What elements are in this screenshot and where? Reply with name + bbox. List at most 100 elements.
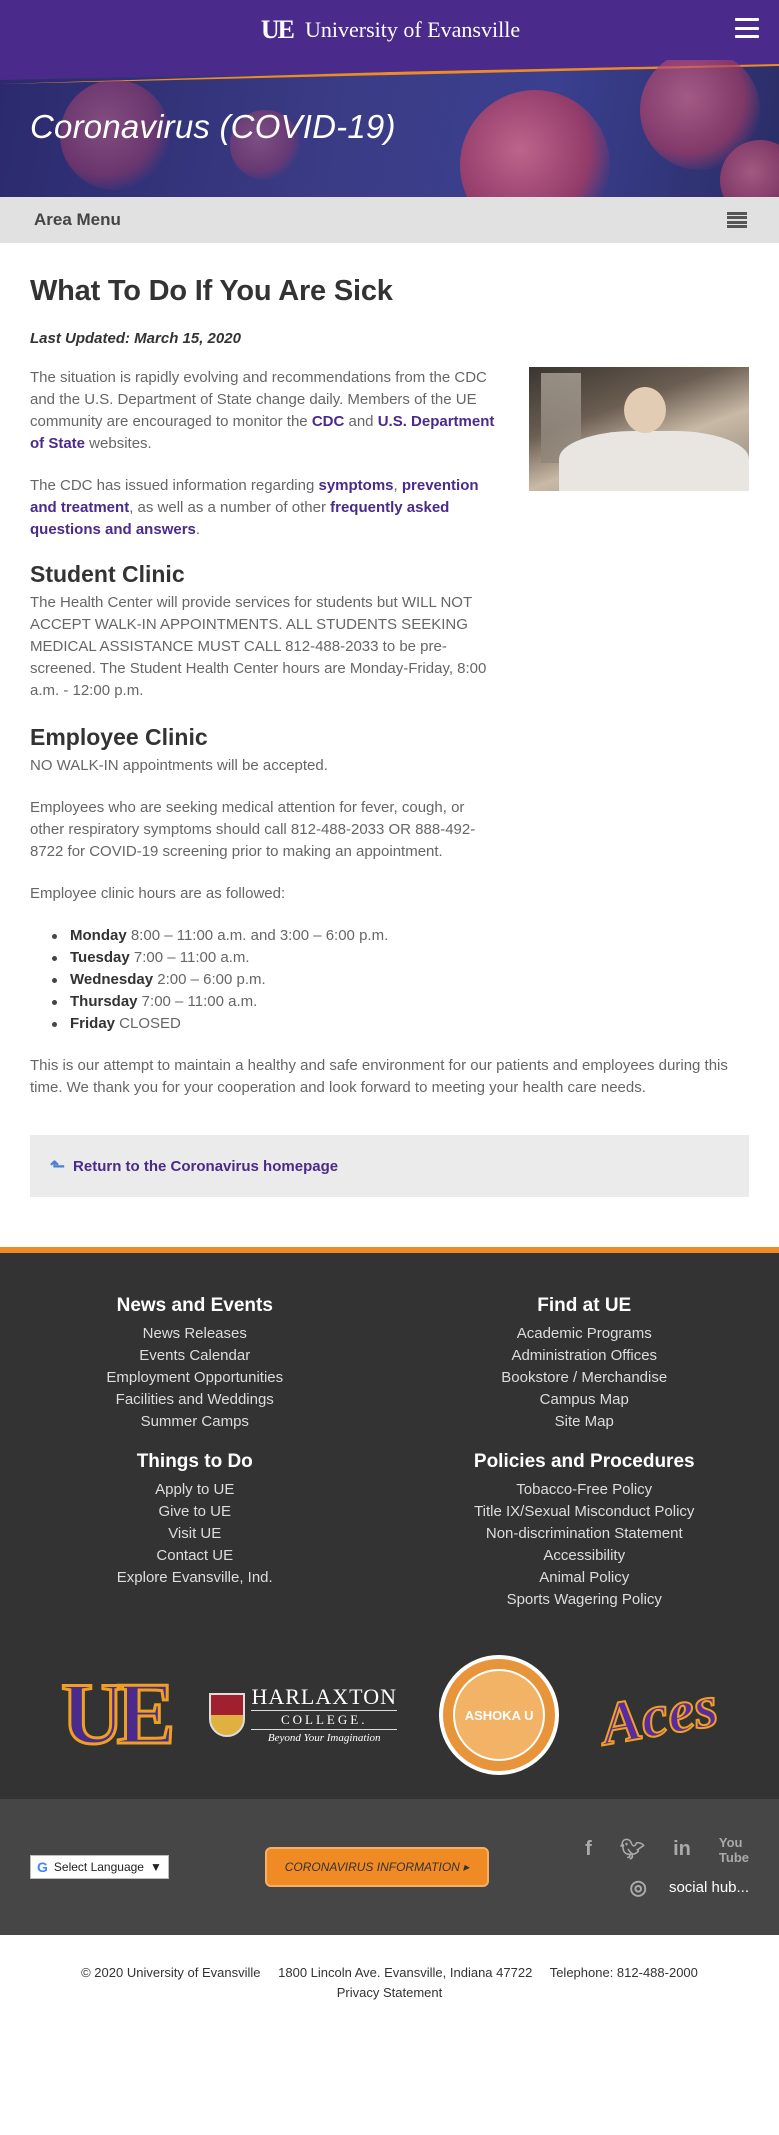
- footer-link[interactable]: Sports Wagering Policy: [390, 1589, 779, 1611]
- cdc-link[interactable]: CDC: [312, 413, 345, 430]
- page-title: What To Do If You Are Sick: [30, 275, 393, 307]
- harlaxton-name: HARLAXTON: [251, 1684, 397, 1709]
- social-hub-link[interactable]: social hub...: [669, 1879, 749, 1896]
- area-menu-icon[interactable]: [727, 212, 747, 228]
- linkedin-icon[interactable]: in: [673, 1838, 691, 1861]
- harlaxton-shield-icon: [209, 1693, 246, 1737]
- footer-link[interactable]: Campus Map: [390, 1389, 779, 1411]
- footer-link[interactable]: Employment Opportunities: [0, 1367, 390, 1389]
- clinic-hours-list: Monday 8:00 – 11:00 a.m. and 3:00 – 6:00…: [30, 925, 749, 1035]
- return-arrow-icon: ⬑: [50, 1155, 66, 1176]
- employee-clinic-text: Employee clinic hours are as followed:: [30, 885, 286, 902]
- harlaxton-tagline: Beyond Your Imagination: [267, 1732, 381, 1744]
- symptoms-link[interactable]: symptoms: [318, 477, 393, 494]
- harlaxton-logo[interactable]: HARLAXTON COLLEGE. Beyond Your Imaginati…: [209, 1684, 397, 1744]
- intro-paragraph-2: The CDC has issued information regarding…: [30, 475, 499, 541]
- footer-find-at-ue: Find at UE Academic Programs Administrat…: [390, 1295, 779, 1433]
- footer-link[interactable]: News Releases: [0, 1323, 390, 1345]
- intro-text: The CDC has issued information regarding: [30, 477, 319, 494]
- main-content: What To Do If You Are Sick Last Updated:…: [0, 243, 779, 1197]
- footer-link[interactable]: Non-discrimination Statement: [390, 1523, 779, 1545]
- footer: News and Events News Releases Events Cal…: [0, 1247, 779, 1799]
- site-brand[interactable]: UE University of Evansville: [259, 13, 520, 47]
- footer-heading: Things to Do: [136, 1451, 253, 1472]
- aces-logo[interactable]: Aces: [595, 1671, 723, 1759]
- footer-link[interactable]: Give to UE: [0, 1501, 390, 1523]
- intro-text: ,: [393, 477, 402, 494]
- footer-link[interactable]: Apply to UE: [0, 1479, 390, 1501]
- site-name: University of Evansville: [305, 17, 521, 42]
- area-menu-label: Area Menu: [34, 210, 121, 229]
- instagram-icon[interactable]: ◎: [630, 1875, 647, 1900]
- list-item: Tuesday 7:00 – 11:00 a.m.: [52, 947, 749, 969]
- footer-link[interactable]: Accessibility: [390, 1545, 779, 1567]
- last-updated: Last Updated: March 15, 2020: [30, 330, 241, 347]
- employee-clinic-heading: Employee Clinic: [30, 724, 208, 750]
- list-item: Friday CLOSED: [52, 1013, 749, 1035]
- sick-person-photo: [529, 367, 749, 491]
- footer-link[interactable]: Contact UE: [0, 1545, 390, 1567]
- footer-policies: Policies and Procedures Tobacco-Free Pol…: [390, 1451, 779, 1611]
- twitter-icon[interactable]: 🐦︎: [620, 1837, 645, 1862]
- footer-news-events: News and Events News Releases Events Cal…: [0, 1295, 390, 1433]
- return-link[interactable]: Return to the Coronavirus homepage: [73, 1158, 338, 1175]
- hamburger-menu-icon[interactable]: [735, 18, 759, 38]
- social-links: f 🐦︎ in You Tube ◎ social hub...: [585, 1835, 749, 1900]
- list-item: Monday 8:00 – 11:00 a.m. and 3:00 – 6:00…: [52, 925, 749, 947]
- hero-banner: Coronavirus (COVID-19): [0, 60, 779, 197]
- address: 1800 Lincoln Ave. Evansville, Indiana 47…: [278, 1965, 533, 1980]
- privacy-link[interactable]: Privacy Statement: [337, 1985, 443, 2000]
- intro-paragraph-1: The situation is rapidly evolving and re…: [30, 367, 499, 455]
- footer-link[interactable]: Bookstore / Merchandise: [390, 1367, 779, 1389]
- closing-text: This is our attempt to maintain a health…: [30, 1057, 728, 1096]
- footer-link[interactable]: Visit UE: [0, 1523, 390, 1545]
- student-clinic-heading: Student Clinic: [30, 561, 185, 587]
- youtube-icon[interactable]: You Tube: [719, 1835, 749, 1865]
- area-menu[interactable]: Area Menu: [0, 197, 779, 243]
- footer-link[interactable]: Animal Policy: [390, 1567, 779, 1589]
- footer-link[interactable]: Summer Camps: [0, 1411, 390, 1433]
- language-select[interactable]: G Select Language ▼: [30, 1855, 169, 1879]
- footer-logos: UE HARLAXTON COLLEGE. Beyond Your Imagin…: [0, 1655, 779, 1775]
- footer-link[interactable]: Academic Programs: [390, 1323, 779, 1345]
- intro-text: websites.: [85, 435, 152, 452]
- footer-heading: Policies and Procedures: [473, 1451, 695, 1472]
- utility-bar: G Select Language ▼ CORONAVIRUS INFORMAT…: [0, 1799, 779, 1935]
- footer-link[interactable]: Title IX/Sexual Misconduct Policy: [390, 1501, 779, 1523]
- footer-link[interactable]: Facilities and Weddings: [0, 1389, 390, 1411]
- student-clinic-text: The Health Center will provide services …: [30, 594, 487, 699]
- intro-section: The situation is rapidly evolving and re…: [30, 367, 749, 561]
- ue-logo: UE: [260, 15, 295, 44]
- phone: Telephone: 812-488-2000: [549, 1965, 698, 1980]
- employee-clinic-text: Employees who are seeking medical attent…: [30, 799, 476, 860]
- footer-link[interactable]: Events Calendar: [0, 1345, 390, 1367]
- list-item: Wednesday 2:00 – 6:00 p.m.: [52, 969, 749, 991]
- ue-logo[interactable]: UE: [60, 1669, 177, 1760]
- google-icon: G: [37, 1859, 48, 1875]
- intro-text: , as well as a number of other: [129, 499, 331, 516]
- virus-image: [460, 90, 610, 197]
- footer-link[interactable]: Administration Offices: [390, 1345, 779, 1367]
- ashoka-label: ASHOKA U: [453, 1669, 546, 1761]
- facebook-icon[interactable]: f: [585, 1838, 592, 1861]
- footer-link[interactable]: Tobacco-Free Policy: [390, 1479, 779, 1501]
- harlaxton-college: COLLEGE.: [251, 1710, 397, 1730]
- language-label: Select Language: [53, 1860, 144, 1874]
- copyright: © 2020 University of Evansville: [81, 1965, 261, 1980]
- top-bar: UE University of Evansville: [0, 0, 779, 60]
- coronavirus-info-button[interactable]: CORONAVIRUS INFORMATION ▸: [264, 1847, 490, 1887]
- intro-text: .: [195, 521, 201, 538]
- dropdown-arrow-icon: ▼: [149, 1860, 162, 1874]
- hero-title: Coronavirus (COVID-19): [30, 108, 396, 145]
- footer-things-to-do: Things to Do Apply to UE Give to UE Visi…: [0, 1451, 390, 1611]
- bottom-bar: © 2020 University of Evansville 1800 Lin…: [0, 1935, 779, 2023]
- list-item: Thursday 7:00 – 11:00 a.m.: [52, 991, 749, 1013]
- footer-link[interactable]: Explore Evansville, Ind.: [0, 1567, 390, 1589]
- footer-link[interactable]: Site Map: [390, 1411, 779, 1433]
- return-box: ⬑ Return to the Coronavirus homepage: [30, 1135, 749, 1197]
- footer-heading: Find at UE: [537, 1295, 632, 1316]
- ashoka-logo[interactable]: ASHOKA U: [439, 1655, 560, 1775]
- footer-heading: News and Events: [116, 1295, 273, 1316]
- intro-text: and: [344, 413, 378, 430]
- employee-clinic-text: NO WALK-IN appointments will be accepted…: [30, 757, 328, 774]
